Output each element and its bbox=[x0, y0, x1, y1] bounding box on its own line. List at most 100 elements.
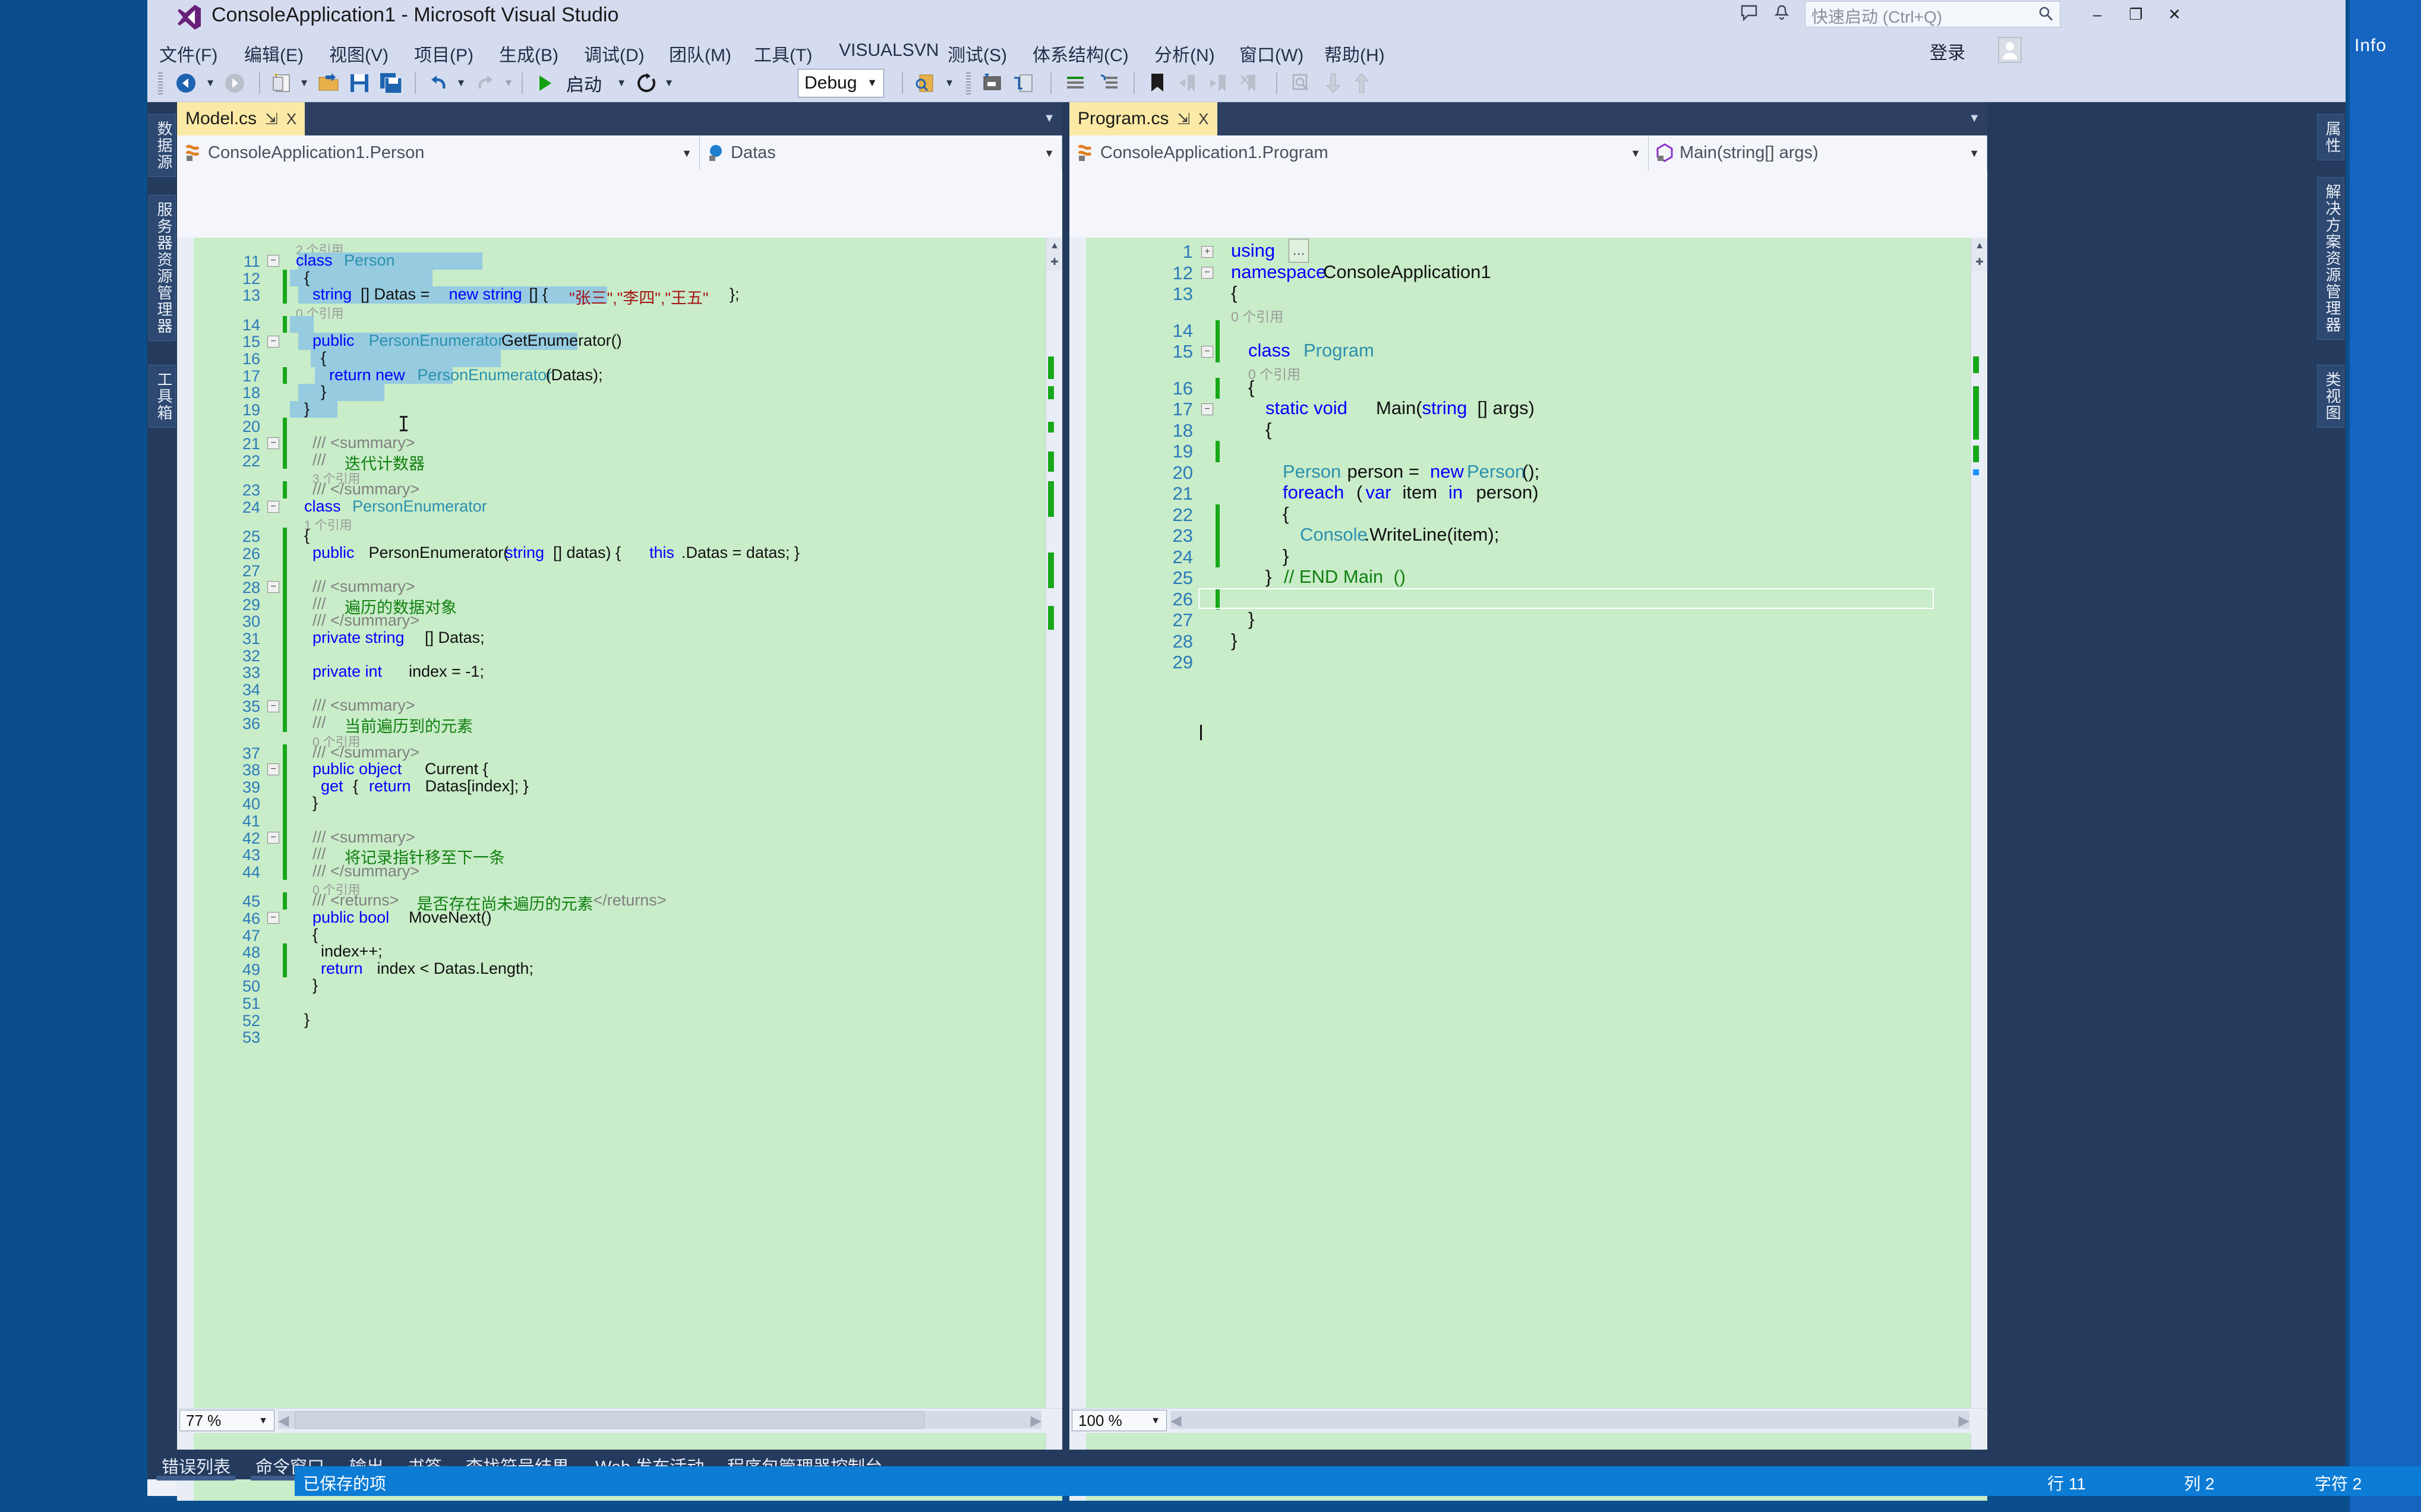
code-line[interactable]: 17− static void Main(string [] args) bbox=[1069, 397, 1987, 420]
code-line[interactable]: 26 bbox=[1069, 588, 1987, 610]
new-project-icon[interactable] bbox=[269, 70, 295, 96]
code-editor-model-cs[interactable]: ▲▼✚ 2 个引用11−class Person12{13string[] Da… bbox=[177, 238, 1062, 1501]
code-line[interactable]: 29/// 遍历的数据对象 bbox=[177, 595, 1062, 617]
code-line[interactable]: 30 /// </summary> bbox=[177, 611, 1062, 630]
rail-tab-right-2[interactable]: 类视图 bbox=[2317, 365, 2344, 428]
collapse-icon[interactable]: − bbox=[267, 763, 279, 776]
code-editor-program-cs[interactable]: ▲▼✚ 1+using ...12−namespace ConsoleAppli… bbox=[1069, 238, 1987, 1501]
code-line[interactable]: 20 Person person = new Person (); bbox=[1069, 461, 1987, 484]
menu-visualsvn-8[interactable]: VISUALSVN bbox=[835, 38, 942, 63]
scroll-right-icon[interactable]: ▶ bbox=[1959, 1412, 1969, 1429]
open-file-icon[interactable] bbox=[315, 70, 342, 96]
menu-p-3[interactable]: 项目(P) bbox=[411, 38, 477, 69]
start-button-label[interactable]: 启动 bbox=[557, 70, 611, 96]
user-account-icon[interactable] bbox=[1998, 37, 2022, 63]
minimize-button[interactable]: – bbox=[2081, 2, 2113, 26]
new-project-dropdown-icon[interactable]: ▼ bbox=[298, 70, 310, 96]
code-line[interactable]: 18} bbox=[177, 383, 1062, 402]
type-navigation-combobox[interactable]: ConsoleApplication1.Person ▼ bbox=[177, 135, 700, 170]
navigate-back-dropdown-icon[interactable]: ▼ bbox=[204, 70, 216, 96]
close-icon[interactable]: X bbox=[286, 110, 296, 128]
code-line[interactable]: 32 bbox=[177, 646, 1062, 665]
menu-t-7[interactable]: 工具(T) bbox=[750, 38, 816, 69]
zoom-combobox-right[interactable]: 100 % ▼ bbox=[1072, 1410, 1167, 1431]
collapse-icon[interactable]: − bbox=[1201, 403, 1213, 415]
code-line[interactable]: 13 string [] Datas = new string [] { "张三","… bbox=[177, 285, 1062, 307]
document-tab-model-cs[interactable]: Model.cs ⇲ X bbox=[177, 102, 305, 135]
code-line[interactable]: 31 private string [] Datas; bbox=[177, 629, 1062, 648]
code-line[interactable]: 28− /// <summary> bbox=[177, 577, 1062, 596]
code-line[interactable]: 17 return new PersonEnumerator (Datas); bbox=[177, 366, 1062, 385]
code-line[interactable]: 52} bbox=[177, 1011, 1062, 1030]
menu-d-5[interactable]: 调试(D) bbox=[580, 38, 648, 69]
code-line[interactable]: 18 { bbox=[1069, 419, 1987, 441]
uncomment-icon[interactable] bbox=[1096, 70, 1122, 96]
code-line[interactable]: 47 { bbox=[177, 926, 1062, 945]
code-line[interactable]: 21 foreach (var item in person) bbox=[1069, 482, 1987, 504]
horizontal-scrollbar-left[interactable]: ◀ ▶ bbox=[278, 1411, 1041, 1429]
collapse-icon[interactable]: − bbox=[267, 912, 279, 924]
horizontal-scrollbar-right[interactable]: ◀ ▶ bbox=[1170, 1411, 1969, 1429]
close-button[interactable]: ✕ bbox=[2158, 2, 2190, 26]
start-debug-icon[interactable] bbox=[535, 70, 555, 96]
rail-tab-left-0[interactable]: 数据源 bbox=[149, 114, 176, 177]
comment-icon[interactable] bbox=[1062, 70, 1088, 96]
next-bookmark-icon[interactable] bbox=[1206, 70, 1230, 96]
menu-h-13[interactable]: 帮助(H) bbox=[1321, 38, 1388, 69]
menu-n-11[interactable]: 分析(N) bbox=[1151, 38, 1219, 69]
code-line[interactable]: 11− class Person bbox=[177, 251, 1062, 270]
collapse-icon[interactable]: − bbox=[1201, 267, 1213, 279]
code-line[interactable]: 1 + using ... bbox=[1069, 239, 1987, 263]
collapsed-region-box[interactable]: ... bbox=[1289, 239, 1309, 263]
tabstrip-overflow-icon[interactable]: ▼ bbox=[1968, 112, 1980, 125]
code-line[interactable]: 14 bbox=[1069, 320, 1987, 341]
code-line[interactable]: 26 public PersonEnumerator(string [] datas… bbox=[177, 544, 1062, 563]
navigate-back-icon[interactable] bbox=[172, 70, 200, 96]
start-dropdown-icon[interactable]: ▼ bbox=[615, 70, 627, 96]
code-line[interactable]: 36 /// 当前遍历到的元素 bbox=[177, 714, 1062, 736]
collapse-icon[interactable]: − bbox=[267, 831, 279, 844]
menu-w-12[interactable]: 窗口(W) bbox=[1236, 38, 1307, 69]
save-icon[interactable] bbox=[346, 70, 373, 96]
code-line[interactable]: 22 { bbox=[1069, 503, 1987, 525]
rail-tab-right-0[interactable]: 属性 bbox=[2317, 114, 2344, 160]
hscroll-thumb-left[interactable] bbox=[295, 1411, 924, 1429]
toggle-window-icon[interactable] bbox=[979, 70, 1005, 96]
rail-tab-right-1[interactable]: 解决方案资源管理器 bbox=[2317, 177, 2344, 340]
code-line[interactable]: 33 private int index = -1; bbox=[177, 662, 1062, 681]
code-line[interactable]: 53 bbox=[177, 1028, 1062, 1046]
navigate-forward-icon[interactable] bbox=[221, 70, 248, 96]
code-line[interactable]: 43/// 将记录指针移至下一条 bbox=[177, 845, 1062, 867]
scroll-left-icon[interactable]: ◀ bbox=[278, 1412, 289, 1429]
solution-configuration-combobox[interactable]: Debug ▼ bbox=[798, 69, 884, 97]
redo-dropdown-icon[interactable]: ▼ bbox=[503, 70, 514, 96]
code-line[interactable]: 51 bbox=[177, 995, 1062, 1012]
code-line[interactable]: 20 bbox=[177, 418, 1062, 435]
code-line[interactable]: 19 bbox=[1069, 441, 1987, 462]
code-line[interactable]: 21− /// <summary> bbox=[177, 434, 1062, 453]
rail-tab-left-1[interactable]: 服务器资源管理器 bbox=[149, 195, 176, 341]
code-line[interactable]: 24− class PersonEnumerator bbox=[177, 497, 1062, 516]
code-line[interactable]: 35− /// <summary> bbox=[177, 696, 1062, 715]
toolbar-grip-2[interactable] bbox=[966, 72, 971, 95]
code-line[interactable]: 37 /// </summary> bbox=[177, 743, 1062, 762]
code-line[interactable]: 23 Console .WriteLine(item); bbox=[1069, 524, 1987, 547]
code-line[interactable]: 15− class Program bbox=[1069, 340, 1987, 362]
code-line[interactable]: 27 bbox=[177, 561, 1062, 580]
code-line[interactable]: 12− namespace ConsoleApplication1 bbox=[1069, 261, 1987, 284]
code-line[interactable]: 12 { bbox=[177, 269, 1062, 288]
menu-f-0[interactable]: 文件(F) bbox=[156, 38, 221, 69]
menu-e-1[interactable]: 编辑(E) bbox=[241, 38, 307, 69]
clear-bookmarks-icon[interactable] bbox=[1237, 70, 1261, 96]
code-line[interactable]: 29 bbox=[1069, 652, 1987, 673]
code-line[interactable]: 13 { bbox=[1069, 282, 1987, 305]
redo-icon[interactable] bbox=[472, 70, 498, 96]
code-line[interactable]: 23 /// </summary> bbox=[177, 480, 1062, 499]
find-symbol-icon[interactable] bbox=[1288, 70, 1314, 96]
code-line[interactable]: 38− public object Current { bbox=[177, 760, 1062, 779]
expand-icon[interactable]: + bbox=[1201, 245, 1213, 258]
menu-s-9[interactable]: 测试(S) bbox=[944, 38, 1011, 69]
code-line[interactable]: 16 { bbox=[177, 349, 1062, 368]
code-line[interactable]: 40} bbox=[177, 794, 1062, 813]
code-line[interactable]: 22/// 迭代计数器 bbox=[177, 451, 1062, 473]
